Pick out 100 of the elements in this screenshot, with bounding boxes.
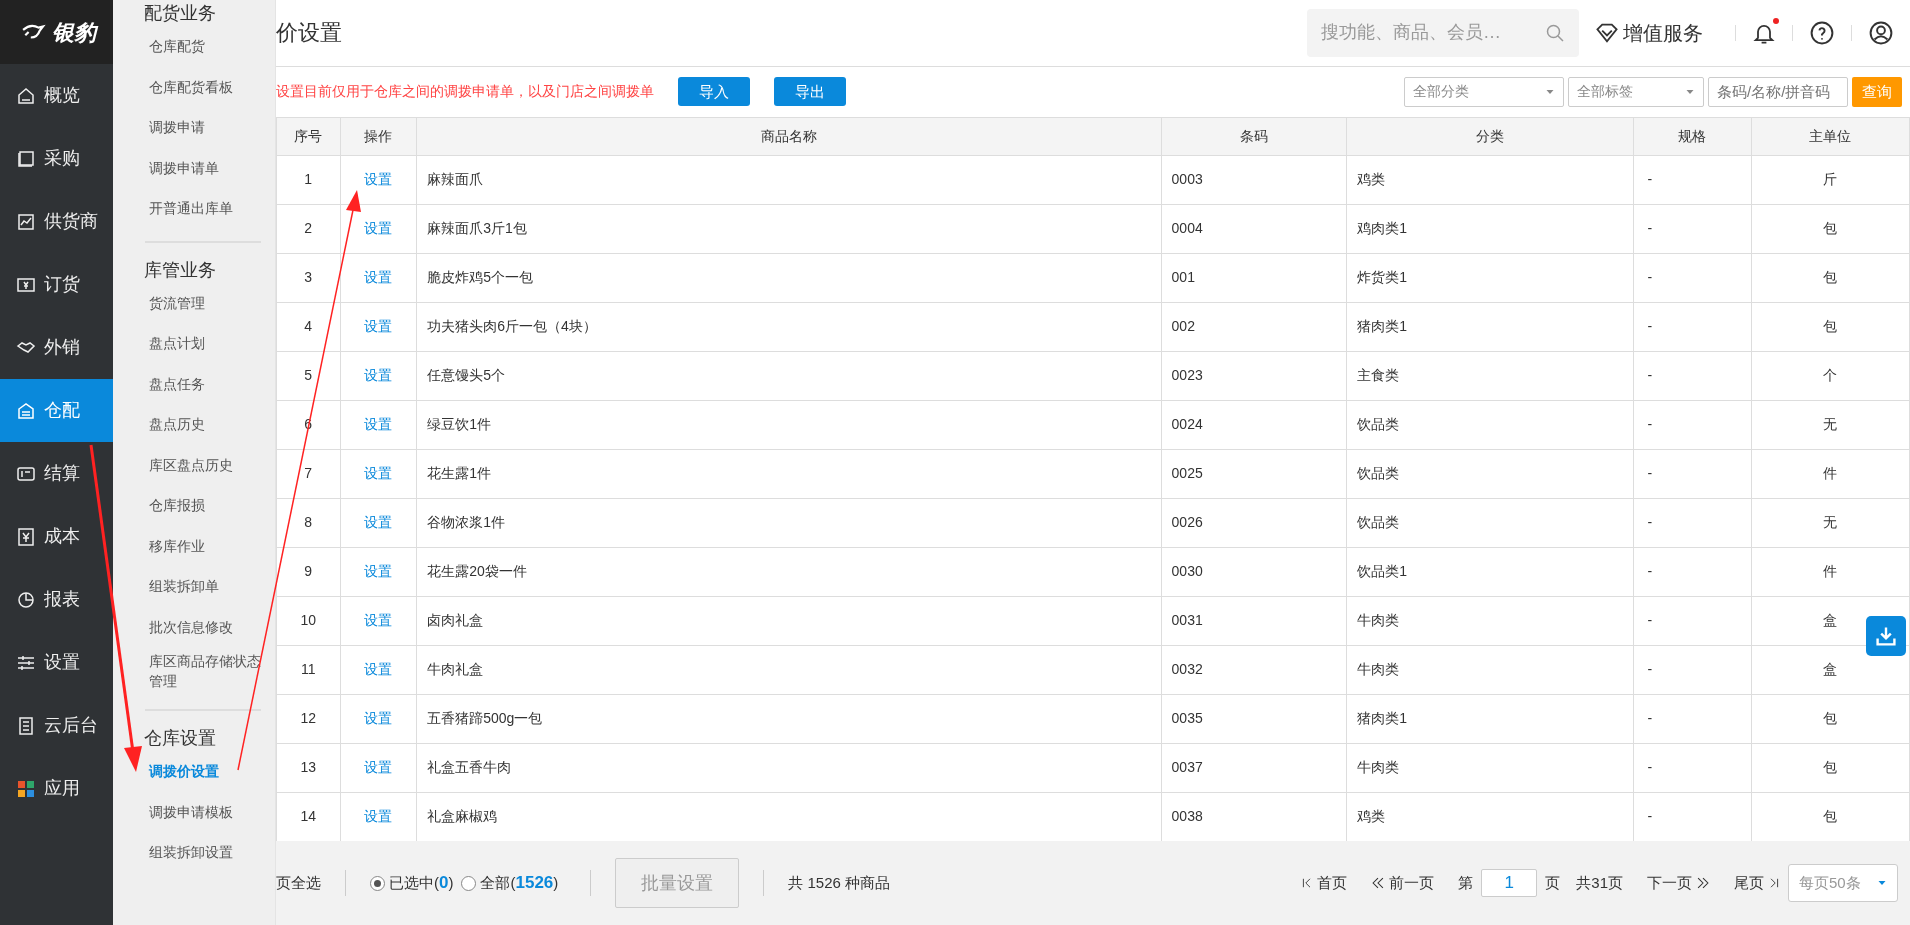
search-field[interactable]: 搜功能、商品、会员…	[1307, 8, 1579, 57]
set-link[interactable]: 设置	[364, 220, 393, 237]
select-page-label[interactable]: 页全选	[276, 871, 321, 895]
set-link[interactable]: 设置	[364, 759, 393, 776]
sidebar-item[interactable]: 结算	[0, 442, 113, 505]
table-cell: 无	[1751, 400, 1910, 450]
help-icon[interactable]	[1809, 19, 1835, 46]
submenu-item[interactable]: 调拨申请	[129, 107, 275, 148]
submenu-item[interactable]: 批次信息修改	[129, 606, 275, 647]
building-icon	[16, 715, 36, 736]
category-select[interactable]: 全部分类	[1404, 76, 1564, 107]
sidebar-item[interactable]: 成本	[0, 505, 113, 568]
submenu-item[interactable]: 调拨申请模板	[129, 791, 275, 832]
radio-label[interactable]: 全部(1526)	[480, 870, 559, 896]
submenu-item[interactable]: 开普通出库单	[129, 188, 275, 229]
sidebar-item[interactable]: 供货商	[0, 190, 113, 253]
table-cell: 2	[276, 204, 341, 254]
submenu-item[interactable]: 组装拆卸单	[129, 566, 275, 607]
set-link[interactable]: 设置	[364, 514, 393, 531]
table-cell: 001	[1161, 253, 1347, 303]
submenu-item[interactable]: 库区盘点历史	[129, 444, 275, 485]
submenu-item[interactable]: 组装拆卸设置	[129, 832, 275, 873]
set-link[interactable]: 设置	[364, 710, 393, 727]
page-number-field[interactable]: 1	[1481, 869, 1538, 898]
table-cell: -	[1633, 253, 1752, 303]
set-link[interactable]: 设置	[364, 661, 393, 678]
submenu-item[interactable]: 货流管理	[129, 282, 275, 323]
sidebar-item[interactable]: 设置	[0, 631, 113, 694]
sidebar-item[interactable]: 云后台	[0, 694, 113, 757]
barcode-search-field[interactable]: 条码/名称/拼音码	[1708, 76, 1848, 107]
value-service-link[interactable]: 增值服务	[1595, 17, 1703, 48]
table-cell: 功夫猪头肉6斤一包（4块）	[416, 302, 1162, 352]
first-page-link[interactable]: 首页	[1301, 871, 1348, 895]
submenu-item[interactable]: 仓库报损	[129, 485, 275, 526]
yen-icon	[16, 526, 36, 547]
sidebar-item[interactable]: 采购	[0, 127, 113, 190]
submenu-item[interactable]: 仓库配货	[129, 26, 275, 67]
apps-icon	[16, 778, 36, 799]
set-link[interactable]: 设置	[364, 808, 393, 825]
menu-group-title: 配货业务	[143, 2, 217, 25]
sidebar-item[interactable]: 报表	[0, 568, 113, 631]
last-page-link[interactable]: 尾页	[1734, 871, 1780, 895]
chart-icon	[16, 211, 36, 232]
table-cell: 包	[1751, 253, 1910, 303]
table-cell: -	[1633, 498, 1752, 548]
tag-select[interactable]: 全部标签	[1568, 76, 1704, 107]
user-icon[interactable]	[1868, 19, 1894, 46]
table-cell: 002	[1161, 302, 1347, 352]
table-cell: 0032	[1161, 645, 1347, 695]
submenu-item[interactable]: 调拨申请单	[129, 147, 275, 188]
set-link[interactable]: 设置	[364, 171, 393, 188]
table-cell: 斤	[1751, 155, 1910, 205]
table-cell: 牛肉类	[1346, 743, 1634, 793]
table-cell: 包	[1751, 694, 1910, 744]
table-cell: 0037	[1161, 743, 1347, 793]
set-link[interactable]: 设置	[364, 269, 393, 286]
table-cell: 7	[276, 449, 341, 499]
submenu-item[interactable]: 盘点计划	[129, 323, 275, 364]
next-page-link[interactable]: 下一页	[1647, 871, 1710, 895]
table-cell: 9	[276, 547, 341, 597]
page-label: 第	[1458, 872, 1474, 893]
previous-page-link[interactable]: 前一页	[1371, 871, 1435, 895]
submenu-item[interactable]: 仓库配货看板	[129, 66, 275, 107]
table-cell: 花生露1件	[416, 449, 1162, 499]
set-link[interactable]: 设置	[364, 416, 393, 433]
sidebar-item[interactable]: 应用	[0, 757, 113, 820]
submenu-item[interactable]: 盘点任务	[129, 363, 275, 404]
sidebar-item[interactable]: 仓配	[0, 379, 113, 442]
radio-button[interactable]	[370, 875, 385, 891]
radio-label[interactable]: 已选中(0)	[389, 870, 454, 896]
set-link[interactable]: 设置	[364, 367, 393, 384]
import-button[interactable]: 导入	[678, 77, 750, 107]
sidebar-item[interactable]: 订货	[0, 253, 113, 316]
table-cell: -	[1633, 204, 1752, 254]
table-cell: 0030	[1161, 547, 1347, 597]
export-button[interactable]: 导出	[774, 77, 846, 107]
set-link[interactable]: 设置	[364, 318, 393, 335]
submenu-item[interactable]: 移库作业	[129, 525, 275, 566]
set-link[interactable]: 设置	[364, 612, 393, 629]
page-title: 价设置	[276, 19, 342, 48]
table-cell: 猪肉类1	[1346, 302, 1634, 352]
table-cell: 0026	[1161, 498, 1347, 548]
set-link[interactable]: 设置	[364, 563, 393, 580]
download-button[interactable]	[1866, 616, 1906, 656]
column-header: 规格	[1633, 117, 1752, 156]
table-cell: 牛肉礼盒	[416, 645, 1162, 695]
notice-text: 设置目前仅用于仓库之间的调拨申请单，以及门店之间调拨单	[276, 82, 654, 102]
total-pages: 共31页	[1576, 872, 1623, 893]
table-cell: 8	[276, 498, 341, 548]
bell-button[interactable]	[1752, 20, 1776, 45]
table-cell: -	[1633, 743, 1752, 793]
radio-button[interactable]	[461, 875, 477, 891]
table-cell: 卤肉礼盒	[416, 596, 1162, 646]
submenu-item[interactable]: 盘点历史	[129, 404, 275, 445]
sidebar-item[interactable]: 外销	[0, 316, 113, 379]
table-cell: 花生露20袋一件	[416, 547, 1162, 597]
column-header: 商品名称	[416, 117, 1162, 156]
set-link[interactable]: 设置	[364, 465, 393, 482]
table-cell: 13	[276, 743, 341, 793]
sidebar-item[interactable]: 概览	[0, 64, 113, 127]
